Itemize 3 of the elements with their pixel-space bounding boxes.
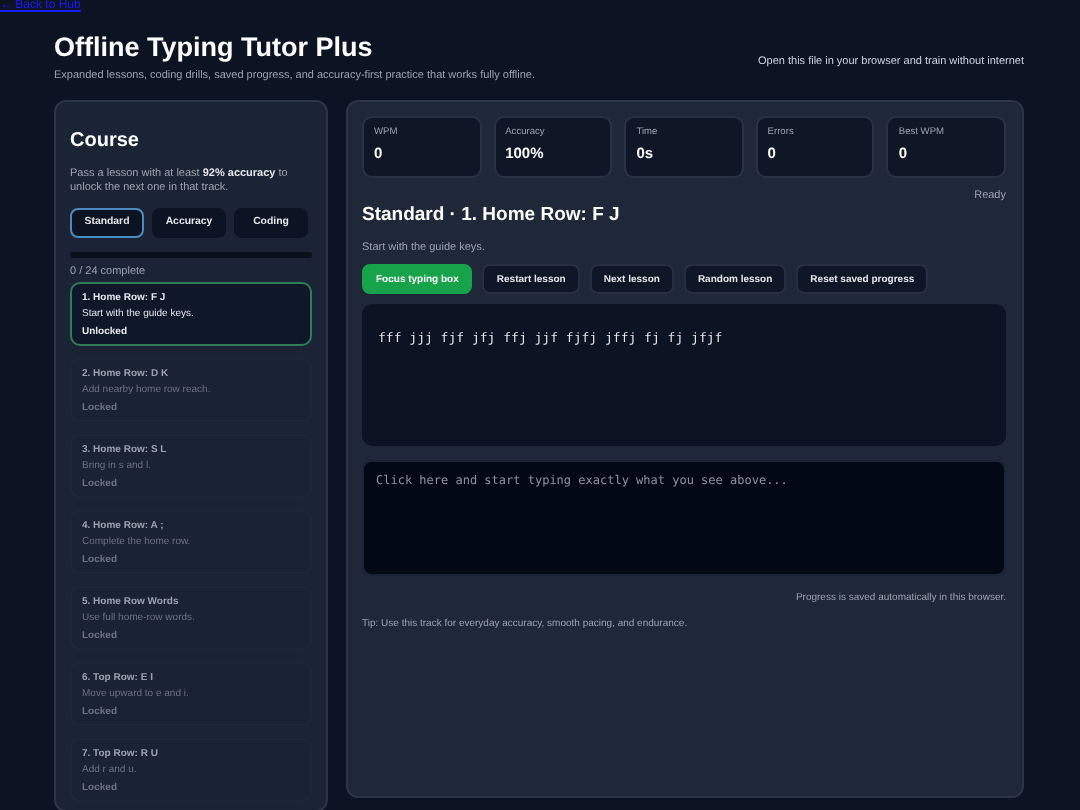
course-title: Course (70, 130, 141, 152)
lesson-heading: Standard · 1. Home Row: F J (362, 204, 622, 226)
app-title: Offline Typing Tutor Plus (54, 32, 375, 62)
